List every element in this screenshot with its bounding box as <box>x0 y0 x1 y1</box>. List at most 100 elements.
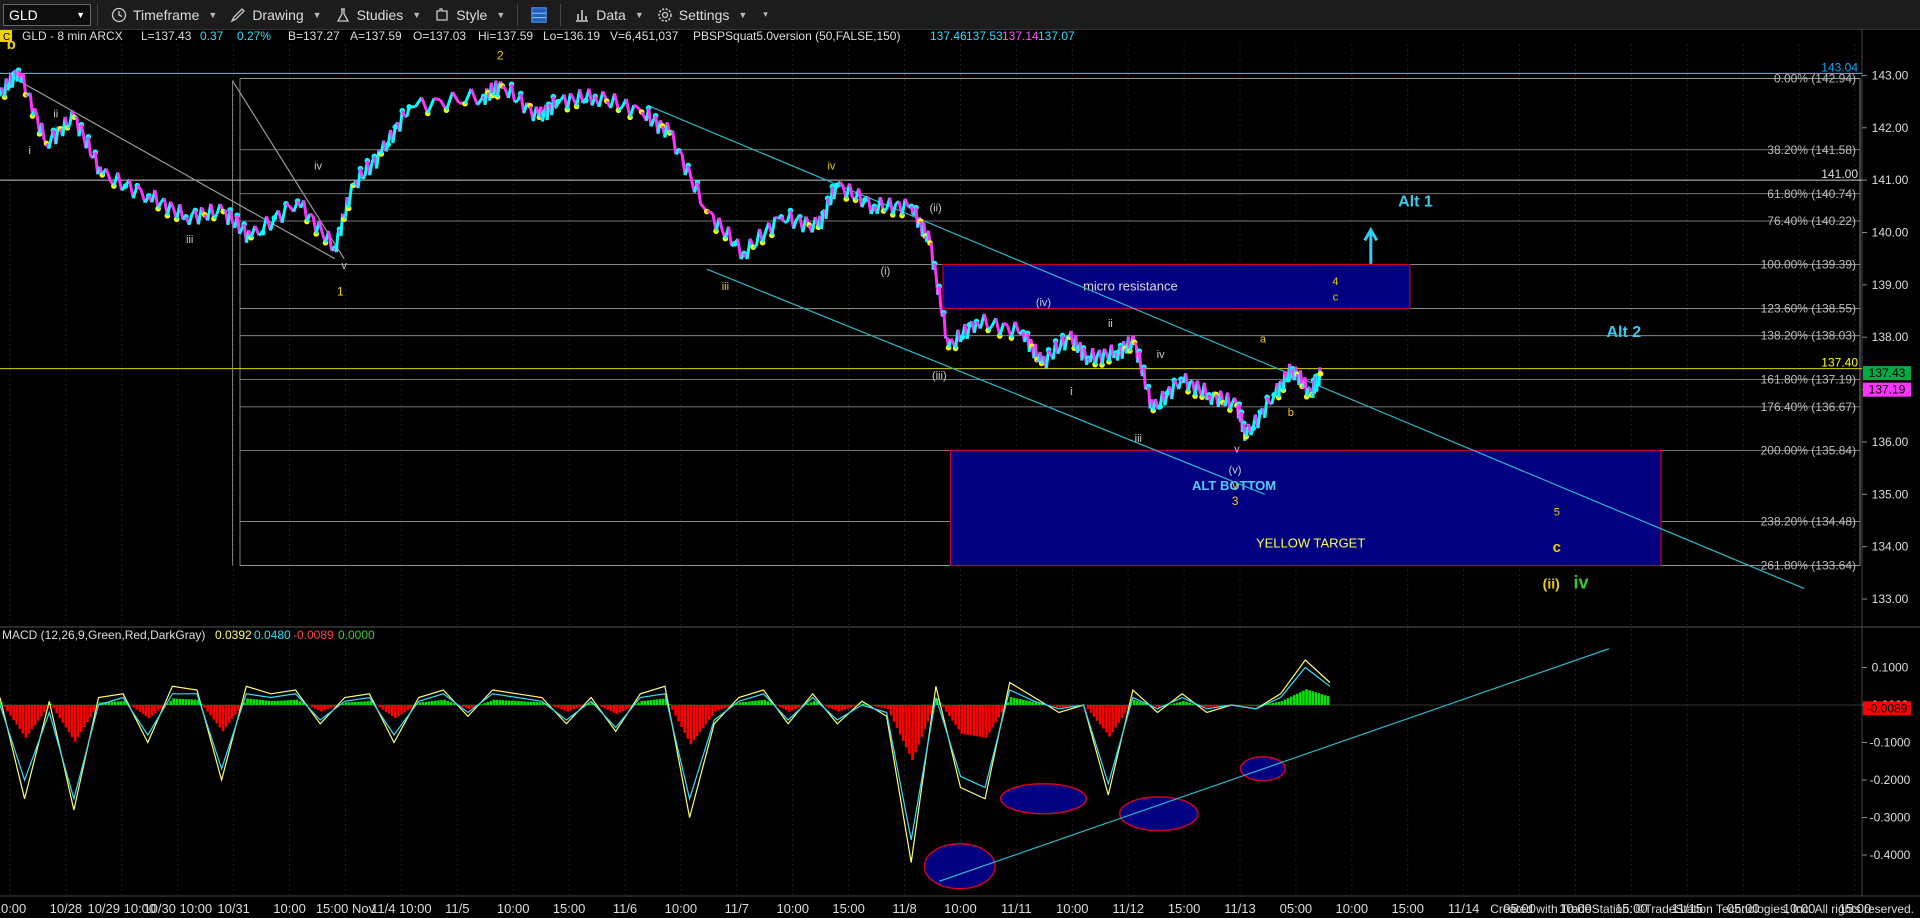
studies-button[interactable]: Studies ▼ <box>328 2 428 28</box>
macd-histogram-bar <box>748 701 751 705</box>
price-segment <box>426 97 436 115</box>
price-segment <box>375 149 381 169</box>
macd-histogram-bar <box>1058 705 1062 708</box>
macd-histogram-bar <box>1092 705 1096 717</box>
macd-histogram-bar <box>486 702 489 705</box>
macd-histogram-bar <box>988 705 991 733</box>
more-button[interactable]: ▾ <box>753 2 774 28</box>
macd-histogram-bar <box>809 702 813 705</box>
macd-histogram-bar <box>449 702 453 705</box>
macd-histogram-bar <box>1105 705 1108 733</box>
macd-histogram-bar <box>135 705 139 710</box>
price-segment <box>1195 380 1202 392</box>
macd-histogram-bar <box>323 705 326 711</box>
wave-label: i <box>29 145 31 157</box>
studies-icon <box>334 6 352 24</box>
macd-histogram-bar <box>646 700 650 705</box>
price-segment <box>770 216 777 236</box>
fib-level-label: 76.40% (140.22) <box>1767 214 1856 228</box>
price-segment <box>696 182 703 204</box>
timeframe-button[interactable]: Timeframe ▼ <box>104 2 223 28</box>
time-tick-label: 15:00 <box>1168 901 1201 916</box>
macd-histogram-bar <box>901 705 905 741</box>
wave-label: c <box>1333 292 1339 304</box>
settings-button[interactable]: Settings ▼ <box>650 2 754 28</box>
wave-label: a <box>1260 333 1267 345</box>
macd-histogram-bar <box>286 700 289 705</box>
macd-histogram-bar <box>381 705 385 710</box>
macd-histogram-bar <box>972 705 976 736</box>
macd-histogram-bar <box>400 705 403 715</box>
macd-histogram-bar <box>203 705 206 708</box>
macd-histogram-bar <box>569 705 573 711</box>
macd-histogram-bar <box>492 699 496 705</box>
price-segment <box>514 99 519 104</box>
macd-histogram-bar <box>421 702 425 705</box>
caret-down-icon: ▼ <box>634 9 644 20</box>
time-tick-label: 10:00 <box>776 901 809 916</box>
price-segment <box>21 72 28 95</box>
fib-level-label: 38.20% (141.58) <box>1767 143 1856 157</box>
macd-histogram-bar <box>187 699 191 705</box>
macd-histogram-bar <box>1311 691 1315 705</box>
price-segment <box>104 168 112 181</box>
chart-canvas[interactable]: 0.00% (142.94)38.20% (141.58)61.80% (140… <box>0 30 1920 918</box>
price-segment <box>857 188 864 208</box>
macd-histogram-bar <box>172 698 175 705</box>
price-segment <box>832 188 837 200</box>
macd-histogram-bar <box>671 705 674 710</box>
layout-button[interactable] <box>524 2 554 28</box>
macd-histogram-bar <box>612 705 616 713</box>
macd-histogram-bar <box>603 705 606 709</box>
macd-histogram-bar <box>788 705 791 712</box>
macd-histogram-bar <box>1206 705 1210 708</box>
macd-histogram-bar <box>73 705 77 742</box>
data-button[interactable]: Data ▼ <box>567 2 650 28</box>
macd-histogram-bar <box>1172 703 1176 705</box>
price-segment <box>671 130 678 155</box>
macd-histogram-bar <box>1139 701 1142 705</box>
macd-histogram-bar <box>738 702 742 705</box>
macd-histogram-bar <box>252 699 256 705</box>
macd-histogram-bar <box>64 705 68 728</box>
time-tick-label: 10:00 <box>0 901 26 916</box>
macd-histogram-bar <box>514 700 517 705</box>
macd-histogram-bar <box>1108 705 1111 737</box>
wave-label: 3 <box>1232 494 1239 508</box>
price-segment <box>398 110 404 132</box>
macd-histogram-bar <box>1052 705 1056 707</box>
wave-label: c <box>1553 539 1561 556</box>
symbol-selector[interactable]: GLD ▼ <box>3 3 91 26</box>
macd-histogram-bar <box>384 705 388 712</box>
time-tick-label: 10:00 <box>944 901 977 916</box>
macd-histogram-bar <box>273 700 277 705</box>
price-segment <box>153 189 160 209</box>
macd-histogram-bar <box>138 705 142 712</box>
time-tick-label: 10:00 <box>1056 901 1089 916</box>
macd-histogram-bar <box>144 705 148 716</box>
last-price: L=137.43 <box>141 30 192 43</box>
macd-histogram-bar <box>701 705 705 728</box>
macd-histogram-bar <box>994 705 997 723</box>
drawing-button[interactable]: Drawing ▼ <box>223 2 327 28</box>
macd-value-1: 0.0392 <box>215 628 252 642</box>
price-segment <box>903 198 910 208</box>
macd-histogram-bar <box>686 705 690 739</box>
macd-histogram-bar <box>113 701 117 705</box>
time-tick-label: 15:00 <box>553 901 586 916</box>
macd-histogram-bar <box>283 700 286 705</box>
time-tick-label: 10/28 <box>50 901 83 916</box>
macd-histogram-bar <box>24 705 28 738</box>
macd-histogram-bar <box>969 705 973 736</box>
macd-histogram-bar <box>147 705 151 719</box>
price-segment <box>1312 387 1317 394</box>
macd-histogram-bar <box>1271 703 1275 705</box>
macd-histogram-bar <box>951 705 954 721</box>
style-button[interactable]: Style ▼ <box>427 2 511 28</box>
price-segment <box>792 218 799 230</box>
macd-histogram-bar <box>246 698 249 705</box>
macd-histogram-bar <box>209 705 212 716</box>
fib-level-label: 200.00% (135.84) <box>1761 443 1856 457</box>
price-segment <box>911 212 916 217</box>
macd-histogram-bar <box>649 700 653 705</box>
